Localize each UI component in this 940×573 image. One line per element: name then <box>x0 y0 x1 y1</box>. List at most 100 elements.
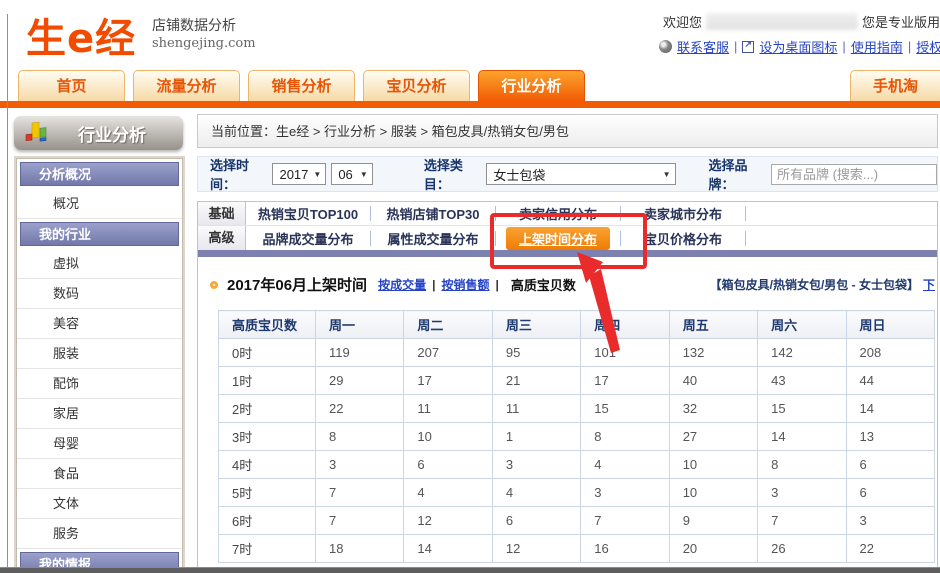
table-cell: 6 <box>404 451 492 479</box>
menu-item[interactable]: 宝贝价格分布 <box>621 229 745 248</box>
header-link[interactable]: 设为桌面图标 <box>759 37 837 56</box>
table-cell: 6 <box>492 507 580 535</box>
menu-item[interactable]: 热销宝贝TOP100 <box>246 204 370 223</box>
nav-tab[interactable]: 首页 <box>18 70 125 101</box>
table-header-cell: 高质宝贝数 <box>219 311 316 339</box>
table-cell: 16 <box>581 535 669 563</box>
active-menu-item[interactable]: 上架时间分布 <box>506 227 610 250</box>
table-cell: 119 <box>316 339 404 367</box>
table-cell: 7 <box>316 479 404 507</box>
sort-link[interactable]: 按成交量 <box>378 276 426 293</box>
row-label-cell: 4时 <box>219 451 316 479</box>
table-row: 7时18141216202622 <box>219 535 935 563</box>
table-row: 4时36341086 <box>219 451 935 479</box>
sidebar-menu: 分析概况概况我的行业虚拟数码美容服装配饰家居母婴食品文体服务我的情报 <box>16 158 183 573</box>
year-select[interactable]: 2017 ▼ <box>272 163 326 185</box>
sidebar-item[interactable]: 食品 <box>17 459 182 489</box>
brand-search-input[interactable] <box>771 164 937 185</box>
table-cell: 3 <box>581 479 669 507</box>
sidebar-section-header: 分析概况 <box>20 162 179 186</box>
table-cell: 44 <box>846 367 934 395</box>
sidebar-item[interactable]: 服务 <box>17 519 182 549</box>
menu-item[interactable]: 属性成交量分布 <box>371 229 495 248</box>
header: 生e经 店铺数据分析 shengejing.com 欢迎您 您是专业版用户 联系… <box>0 0 940 62</box>
table-cell: 6 <box>846 479 934 507</box>
menu-item[interactable]: 品牌成交量分布 <box>246 229 370 248</box>
month-value: 06 <box>338 167 352 182</box>
table-row: 5时74431036 <box>219 479 935 507</box>
sidebar-item[interactable]: 配饰 <box>17 369 182 399</box>
nav-tab[interactable]: 销售分析 <box>248 70 355 101</box>
nav-tab[interactable]: 宝贝分析 <box>363 70 470 101</box>
nav-tab[interactable]: 流量分析 <box>133 70 240 101</box>
sidebar-title-banner: 行业分析 <box>14 116 183 150</box>
header-link[interactable]: 授权子账号 <box>916 37 940 56</box>
row-label-cell: 5时 <box>219 479 316 507</box>
advanced-menu-label: 高级 <box>198 226 246 250</box>
category-select[interactable]: 女士包袋 ▼ <box>486 163 675 185</box>
table-cell: 10 <box>669 479 757 507</box>
sidebar-item[interactable]: 虚拟 <box>17 249 182 279</box>
sidebar: 行业分析 分析概况概况我的行业虚拟数码美容服装配饰家居母婴食品文体服务我的情报 <box>0 108 187 573</box>
table-cell: 3 <box>316 451 404 479</box>
table-cell: 40 <box>669 367 757 395</box>
separator: | <box>842 39 845 54</box>
table-cell: 20 <box>669 535 757 563</box>
table-row: 2时22111115321514 <box>219 395 935 423</box>
table-header-cell: 周四 <box>581 311 669 339</box>
logo-domain: shengejing.com <box>152 35 256 53</box>
table-cell: 21 <box>492 367 580 395</box>
table-header-cell: 周一 <box>316 311 404 339</box>
menu-item[interactable]: 上架时间分布 <box>496 227 620 250</box>
sort-links: 按成交量 | 按销售额 <box>378 276 489 293</box>
table-cell: 207 <box>404 339 492 367</box>
month-select[interactable]: 06 ▼ <box>331 163 373 185</box>
bar-chart-3d-icon <box>23 120 49 146</box>
header-link[interactable]: 联系客服 <box>677 37 729 56</box>
separator <box>745 231 746 246</box>
separator: | <box>495 278 498 292</box>
table-cell: 22 <box>846 535 934 563</box>
sidebar-item[interactable]: 服装 <box>17 339 182 369</box>
basic-menu-label: 基础 <box>198 202 246 225</box>
menu-item[interactable]: 卖家城市分布 <box>621 204 745 223</box>
download-link[interactable]: 下 <box>923 276 935 293</box>
sort-link[interactable]: 按销售额 <box>441 276 489 293</box>
menu-item[interactable]: 热销店铺TOP30 <box>371 204 495 223</box>
table-cell: 26 <box>758 535 846 563</box>
redacted-username <box>706 13 858 30</box>
table-cell: 6 <box>846 451 934 479</box>
table-row: 3时81018271413 <box>219 423 935 451</box>
table-header-cell: 周二 <box>404 311 492 339</box>
table-cell: 208 <box>846 339 934 367</box>
bullet-icon <box>210 281 218 289</box>
table-head: 高质宝贝数周一周二周三周四周五周六周日 <box>219 311 935 339</box>
horizontal-scrollbar[interactable] <box>0 567 940 573</box>
sidebar-item[interactable]: 家居 <box>17 399 182 429</box>
table-cell: 95 <box>492 339 580 367</box>
sidebar-item[interactable]: 数码 <box>17 279 182 309</box>
row-label-cell: 0时 <box>219 339 316 367</box>
menu-item[interactable]: 卖家信用分布 <box>496 204 620 223</box>
sidebar-item[interactable]: 概况 <box>17 189 182 219</box>
table-cell: 29 <box>316 367 404 395</box>
table-row: 0时11920795101132142208 <box>219 339 935 367</box>
table-header-row: 高质宝贝数周一周二周三周四周五周六周日 <box>219 311 935 339</box>
data-table: 高质宝贝数周一周二周三周四周五周六周日 0时119207951011321422… <box>218 310 935 563</box>
table-header-cell: 周五 <box>669 311 757 339</box>
sidebar-item[interactable]: 母婴 <box>17 429 182 459</box>
table-row: 6时71267973 <box>219 507 935 535</box>
table-cell: 1 <box>492 423 580 451</box>
nav-tab[interactable]: 手机淘 <box>850 70 940 101</box>
desktop-shortcut-icon <box>742 41 754 53</box>
sidebar-item[interactable]: 美容 <box>17 309 182 339</box>
header-link[interactable]: 使用指南 <box>851 37 903 56</box>
nav-tab[interactable]: 行业分析 <box>478 70 585 101</box>
separator: | <box>432 278 435 292</box>
welcome-prefix: 欢迎您 <box>663 12 702 31</box>
report-panel: 基础 热销宝贝TOP100热销店铺TOP30卖家信用分布卖家城市分布 高级 品牌… <box>197 201 938 573</box>
brand-filter-label: 选择品牌： <box>709 155 765 193</box>
sidebar-item[interactable]: 文体 <box>17 489 182 519</box>
table-cell: 132 <box>669 339 757 367</box>
table-header-cell: 周日 <box>846 311 934 339</box>
